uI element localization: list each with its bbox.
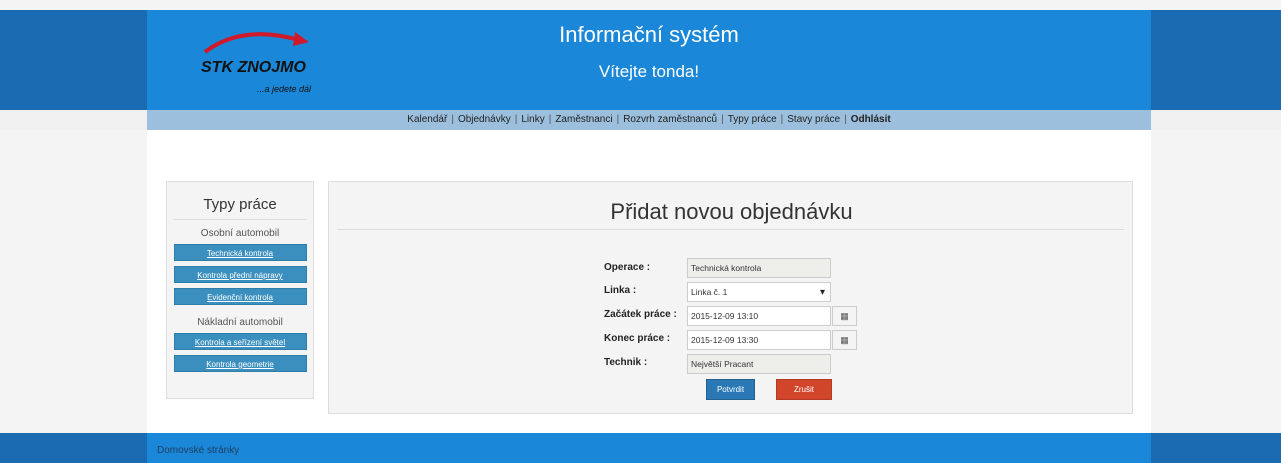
end-datetime-input[interactable]: 2015-12-09 13:30	[687, 330, 831, 350]
nav-separator: |	[844, 114, 847, 125]
sidebar: Typy práce Osobní automobil Technická ko…	[166, 181, 314, 399]
nav-separator: |	[780, 114, 784, 125]
sidebar-button-technicka-kontrola[interactable]: Technická kontrola	[173, 244, 307, 261]
nav-separator: |	[451, 114, 454, 125]
nav-link-rozvrh[interactable]: Rozvrh zaměstnanců	[623, 114, 717, 125]
nav-link-zamestnanci[interactable]: Zaměstnanci	[555, 114, 612, 125]
page-title: Přidat novou objednávku	[610, 199, 853, 224]
sidebar-divider	[173, 219, 307, 220]
nav-link-objednavky[interactable]: Objednávky	[458, 114, 511, 125]
footer-band: Domovské stránky	[0, 433, 1281, 463]
sidebar-button-kontrola-predni-napravy[interactable]: Kontrola přední nápravy	[173, 266, 307, 283]
sidebar-button-kontrola-svetel[interactable]: Kontrola a seřízení světel	[173, 333, 307, 350]
welcome-message: Vítejte tonda!	[598, 62, 700, 81]
site-title: Informační systém	[559, 22, 739, 47]
sidebar-title: Typy práce	[203, 196, 277, 213]
nav-link-typy-prace[interactable]: Typy práce	[728, 114, 777, 125]
technician-field: Největší Pracant	[687, 354, 831, 374]
technician-label: Technik :	[604, 357, 648, 368]
nav-link-linky[interactable]: Linky	[521, 114, 544, 125]
calendar-icon[interactable]: ▦	[832, 330, 857, 350]
line-label: Linka :	[604, 285, 637, 296]
sidebar-group-label: Osobní automobil	[200, 228, 280, 239]
calendar-icon[interactable]: ▦	[832, 306, 857, 326]
main-navigation: Kalendář | Objednávky | Linky | Zaměstnanci | Ro…	[147, 110, 1151, 130]
order-form-panel: Přidat novou objednávku Operace : Techni…	[328, 181, 1133, 414]
sidebar-button-evidencni-kontrola[interactable]: Evidenční kontrola	[173, 288, 307, 305]
header: STK ZNOJMO ...a jedete dál Informační sy…	[147, 10, 1151, 110]
logo-tagline: ...a jedete dál	[257, 84, 312, 94]
page-content: Typy práce Osobní automobil Technická ko…	[147, 130, 1151, 433]
nav-separator: |	[721, 114, 724, 125]
nav-link-logout[interactable]: Odhlásit	[851, 114, 891, 125]
nav-separator: |	[514, 114, 518, 125]
start-label: Začátek práce :	[604, 309, 677, 320]
operation-label: Operace :	[604, 262, 651, 273]
confirm-button[interactable]: Potvrdit	[706, 379, 755, 400]
operation-field: Technická kontrola	[687, 258, 831, 278]
nav-separator: |	[548, 114, 552, 125]
line-select[interactable]: Linka č. 1	[687, 282, 831, 302]
sidebar-group-label: Nákladní automobil	[197, 317, 283, 328]
start-datetime-input[interactable]: 2015-12-09 13:10	[687, 306, 831, 326]
nav-link-kalendar[interactable]: Kalendář	[407, 114, 447, 125]
header-band: STK ZNOJMO ...a jedete dál Informační sy…	[0, 10, 1281, 110]
nav-separator: |	[616, 114, 620, 125]
footer: Domovské stránky	[147, 433, 1151, 463]
title-divider	[337, 229, 1124, 230]
line-select-value: Linka č. 1	[691, 287, 728, 297]
footer-home-link[interactable]: Domovské stránky	[157, 445, 239, 456]
nav-link-stavy-prace[interactable]: Stavy práce	[787, 114, 840, 125]
end-label: Konec práce :	[604, 333, 671, 344]
sidebar-button-kontrola-geometrie[interactable]: Kontrola geometrie	[173, 355, 307, 372]
nav-band: Kalendář | Objednávky | Linky | Zaměstnanci | Ro…	[0, 110, 1281, 130]
cancel-button[interactable]: Zrušit	[776, 379, 832, 400]
